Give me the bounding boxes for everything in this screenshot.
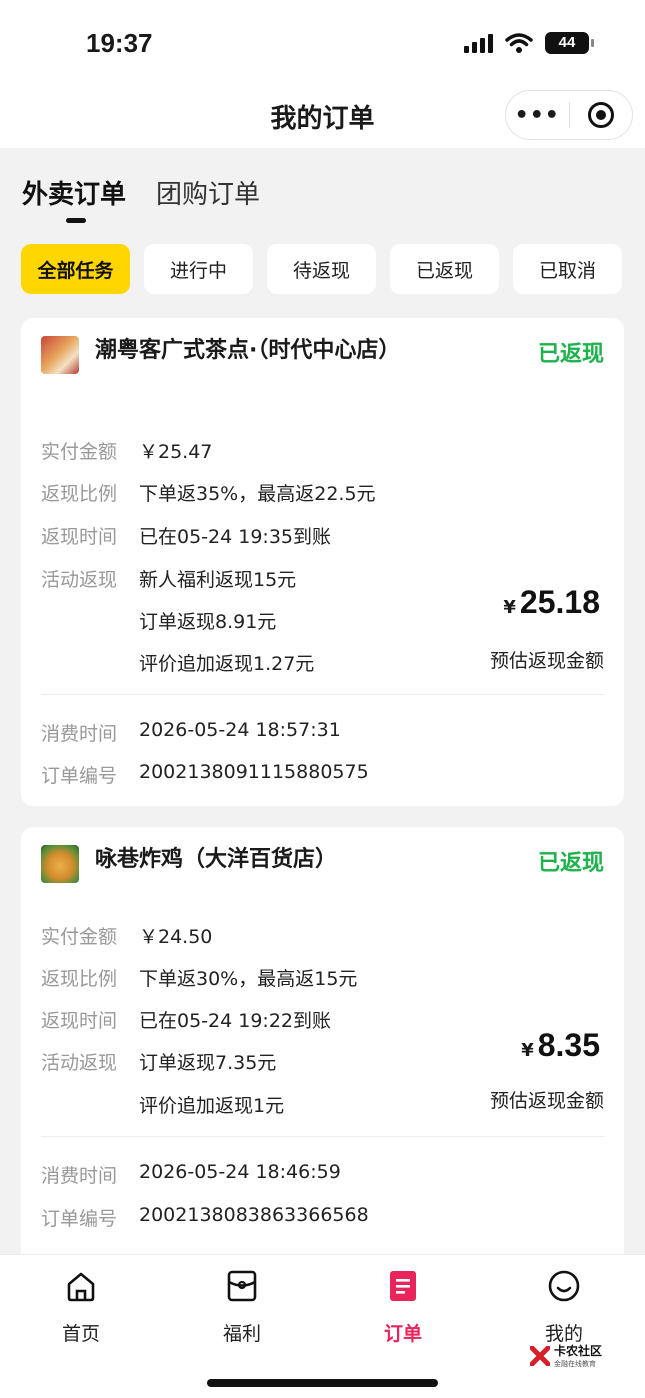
gift-icon (227, 1270, 257, 1302)
time-label: 返现时间 (41, 1010, 118, 1032)
order-card[interactable]: 潮粤客广式茶点·（时代中心店） 已返现 实付金额 ￥25.47 返现比例 下单返… (21, 318, 624, 806)
watermark-logo-icon (530, 1345, 550, 1366)
time-row: 返现时间 已在05-24 19:22到账 (41, 1006, 331, 1033)
miniprogram-capsule: ••• (505, 90, 633, 140)
currency-symbol: ¥ (503, 597, 516, 618)
status-bar: 19:37 44 (0, 0, 645, 88)
tab-groupbuy[interactable]: 团购订单 (156, 174, 260, 211)
more-icon[interactable]: ••• (506, 103, 569, 128)
watermark: 卡农社区 金融在线教育 (530, 1342, 602, 1369)
filter-in-progress[interactable]: 进行中 (144, 244, 253, 294)
ratio-value: 下单返35%，最高返22.5元 (139, 483, 376, 505)
shop-logo (41, 845, 79, 883)
shop-logo (41, 336, 79, 374)
ratio-label: 返现比例 (41, 483, 118, 505)
order-card[interactable]: 咏巷炸鸡（大洋百货店） 已返现 实付金额 ￥24.50 返现比例 下单返30%，… (21, 827, 624, 1267)
wifi-icon (505, 33, 533, 53)
filter-returned[interactable]: 已返现 (390, 244, 499, 294)
watermark-subtitle: 金融在线教育 (554, 1360, 596, 1368)
consume-time-label: 消费时间 (41, 1165, 118, 1187)
paid-label: 实付金额 (41, 926, 118, 948)
activity-value: 评价追加返现1.27元 (139, 653, 315, 675)
status-badge: 已返现 (537, 851, 604, 876)
consume-time-row: 消费时间 2026-05-24 18:46:59 (41, 1161, 341, 1188)
cashback-amount-value: 8.35 (537, 1027, 600, 1063)
activity-label: 活动返现 (41, 569, 118, 591)
paid-value: ￥24.50 (139, 926, 213, 948)
filter-pending[interactable]: 待返现 (267, 244, 376, 294)
time-value: 已在05-24 19:22到账 (139, 1010, 332, 1032)
estimate-label: 预估返现金额 (489, 1090, 604, 1112)
bottom-tab-bar: 首页 福利 订单 我的 (0, 1254, 645, 1398)
paid-label: 实付金额 (41, 441, 118, 463)
smile-icon (548, 1270, 580, 1302)
tabbar-label: 首页 (61, 1323, 100, 1345)
status-icons: 44 (464, 32, 594, 54)
time-label: 返现时间 (41, 526, 118, 548)
cashback-amount-value: 25.18 (519, 584, 600, 620)
filter-chips: 全部任务 进行中 待返现 已返现 已取消 (21, 244, 622, 294)
consume-time-row: 消费时间 2026-05-24 18:57:31 (41, 719, 341, 746)
consume-time-label: 消费时间 (41, 723, 118, 745)
order-no-value: 2002138083863366568 (139, 1204, 369, 1226)
signal-icon (464, 33, 493, 53)
close-button[interactable] (570, 102, 633, 128)
paid-row: 实付金额 ￥25.47 (41, 437, 212, 464)
order-no-row: 订单编号 2002138083863366568 (41, 1204, 369, 1231)
tabbar-item-welfare[interactable]: 福利 (202, 1269, 282, 1346)
tabbar-label: 福利 (222, 1323, 261, 1345)
ratio-label: 返现比例 (41, 968, 118, 990)
tabbar-item-home[interactable]: 首页 (41, 1269, 121, 1346)
nav-bar: 我的订单 ••• (0, 88, 645, 148)
consume-time-value: 2026-05-24 18:57:31 (139, 719, 341, 741)
order-type-tabs: 外卖订单 团购订单 (22, 174, 260, 223)
home-indicator (207, 1379, 438, 1387)
order-no-row: 订单编号 2002138091115880575 (41, 761, 369, 788)
ratio-row: 返现比例 下单返30%，最高返15元 (41, 964, 357, 991)
close-icon (587, 102, 614, 128)
estimate-label: 预估返现金额 (489, 650, 604, 672)
status-badge: 已返现 (537, 342, 604, 367)
paid-value: ￥25.47 (139, 441, 213, 463)
consume-time-value: 2026-05-24 18:46:59 (139, 1161, 341, 1183)
activity-value: 评价追加返现1元 (139, 1095, 285, 1117)
tabbar-item-mine[interactable]: 我的 (524, 1269, 604, 1346)
activity-value: 订单返现7.35元 (139, 1052, 277, 1074)
filter-all[interactable]: 全部任务 (21, 244, 130, 294)
time-row: 返现时间 已在05-24 19:35到账 (41, 522, 331, 549)
activity-value: 新人福利返现15元 (139, 569, 297, 591)
time-value: 已在05-24 19:35到账 (139, 526, 332, 548)
order-no-label: 订单编号 (41, 765, 118, 787)
ratio-value: 下单返30%，最高返15元 (139, 968, 358, 990)
home-icon (67, 1272, 95, 1302)
watermark-title: 卡农社区 (554, 1344, 603, 1358)
battery-icon: 44 (545, 32, 594, 54)
tabbar-label: 订单 (383, 1323, 422, 1345)
activity-row: 活动返现 订单返现7.35元 (41, 1048, 276, 1075)
ratio-row: 返现比例 下单返35%，最高返22.5元 (41, 479, 376, 506)
tabbar-item-orders[interactable]: 订单 (363, 1269, 443, 1346)
activity-row: 活动返现 新人福利返现15元 (41, 565, 296, 592)
divider (41, 1136, 604, 1137)
cashback-amount: ¥8.35 (521, 1027, 600, 1064)
cashback-amount: ¥25.18 (503, 584, 600, 621)
status-time: 19:37 (86, 28, 153, 58)
activity-value: 订单返现8.91元 (139, 611, 277, 633)
order-no-value: 2002138091115880575 (139, 761, 369, 783)
tab-takeout[interactable]: 外卖订单 (22, 174, 126, 223)
order-icon (390, 1271, 416, 1301)
filter-cancelled[interactable]: 已取消 (513, 244, 622, 294)
shop-name: 潮粤客广式茶点·（时代中心店） (95, 338, 401, 363)
shop-name: 咏巷炸鸡（大洋百货店） (95, 847, 338, 872)
order-no-label: 订单编号 (41, 1208, 118, 1230)
activity-label: 活动返现 (41, 1052, 118, 1074)
currency-symbol: ¥ (521, 1040, 534, 1061)
divider (41, 694, 604, 695)
paid-row: 实付金额 ￥24.50 (41, 922, 212, 949)
